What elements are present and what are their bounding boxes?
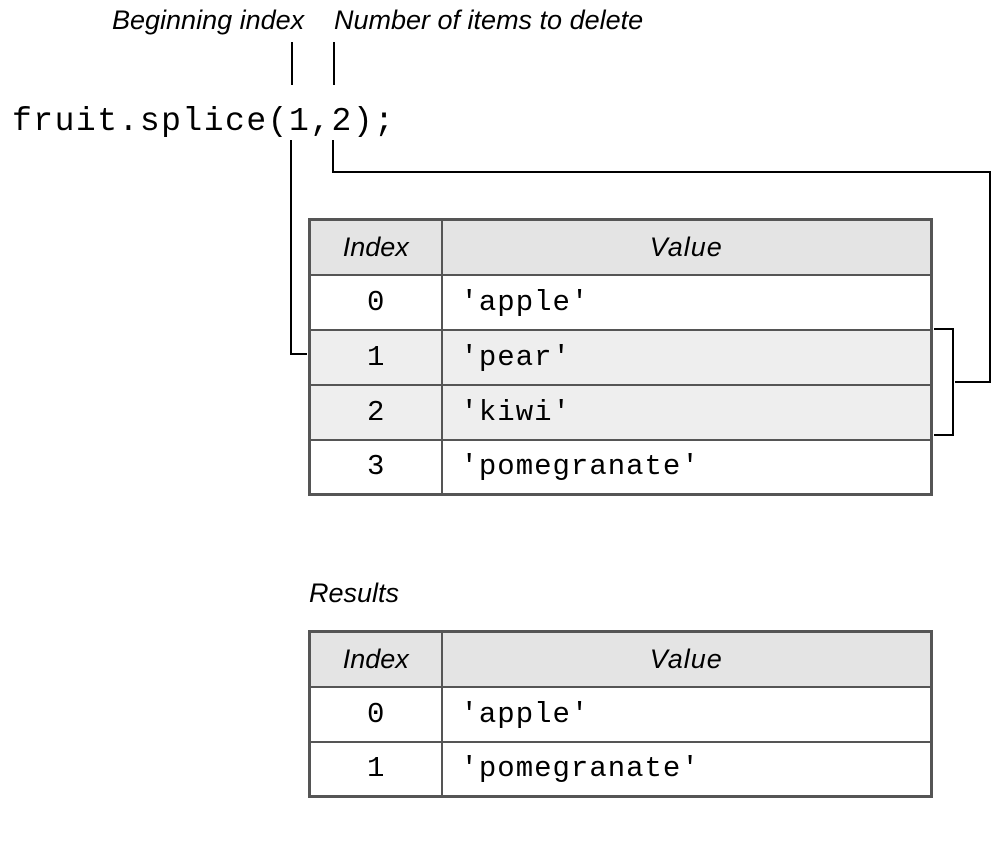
table-row: 1 'pomegranate' — [310, 742, 932, 797]
table-header-row: Index Value — [310, 632, 932, 687]
cell-index: 1 — [310, 330, 442, 385]
cell-index: 1 — [310, 742, 442, 797]
header-index: Index — [310, 220, 442, 275]
results-label: Results — [309, 578, 399, 609]
cell-index: 0 — [310, 275, 442, 330]
table-header-row: Index Value — [310, 220, 932, 275]
cell-value: 'pear' — [442, 330, 932, 385]
cell-index: 3 — [310, 440, 442, 495]
table-row: 0 'apple' — [310, 687, 932, 742]
cell-index: 2 — [310, 385, 442, 440]
bracket-deleted-rows — [934, 328, 954, 436]
table-row: 3 'pomegranate' — [310, 440, 932, 495]
cell-value: 'kiwi' — [442, 385, 932, 440]
table-row: 1 'pear' — [310, 330, 932, 385]
header-index: Index — [310, 632, 442, 687]
cell-index: 0 — [310, 687, 442, 742]
results-array-table: Index Value 0 'apple' 1 'pomegranate' — [308, 630, 933, 798]
cell-value: 'apple' — [442, 275, 932, 330]
original-array-table: Index Value 0 'apple' 1 'pear' 2 'kiwi' … — [308, 218, 933, 496]
table-row: 0 'apple' — [310, 275, 932, 330]
cell-value: 'pomegranate' — [442, 742, 932, 797]
cell-value: 'apple' — [442, 687, 932, 742]
table-row: 2 'kiwi' — [310, 385, 932, 440]
header-value: Value — [442, 632, 932, 687]
header-value: Value — [442, 220, 932, 275]
cell-value: 'pomegranate' — [442, 440, 932, 495]
